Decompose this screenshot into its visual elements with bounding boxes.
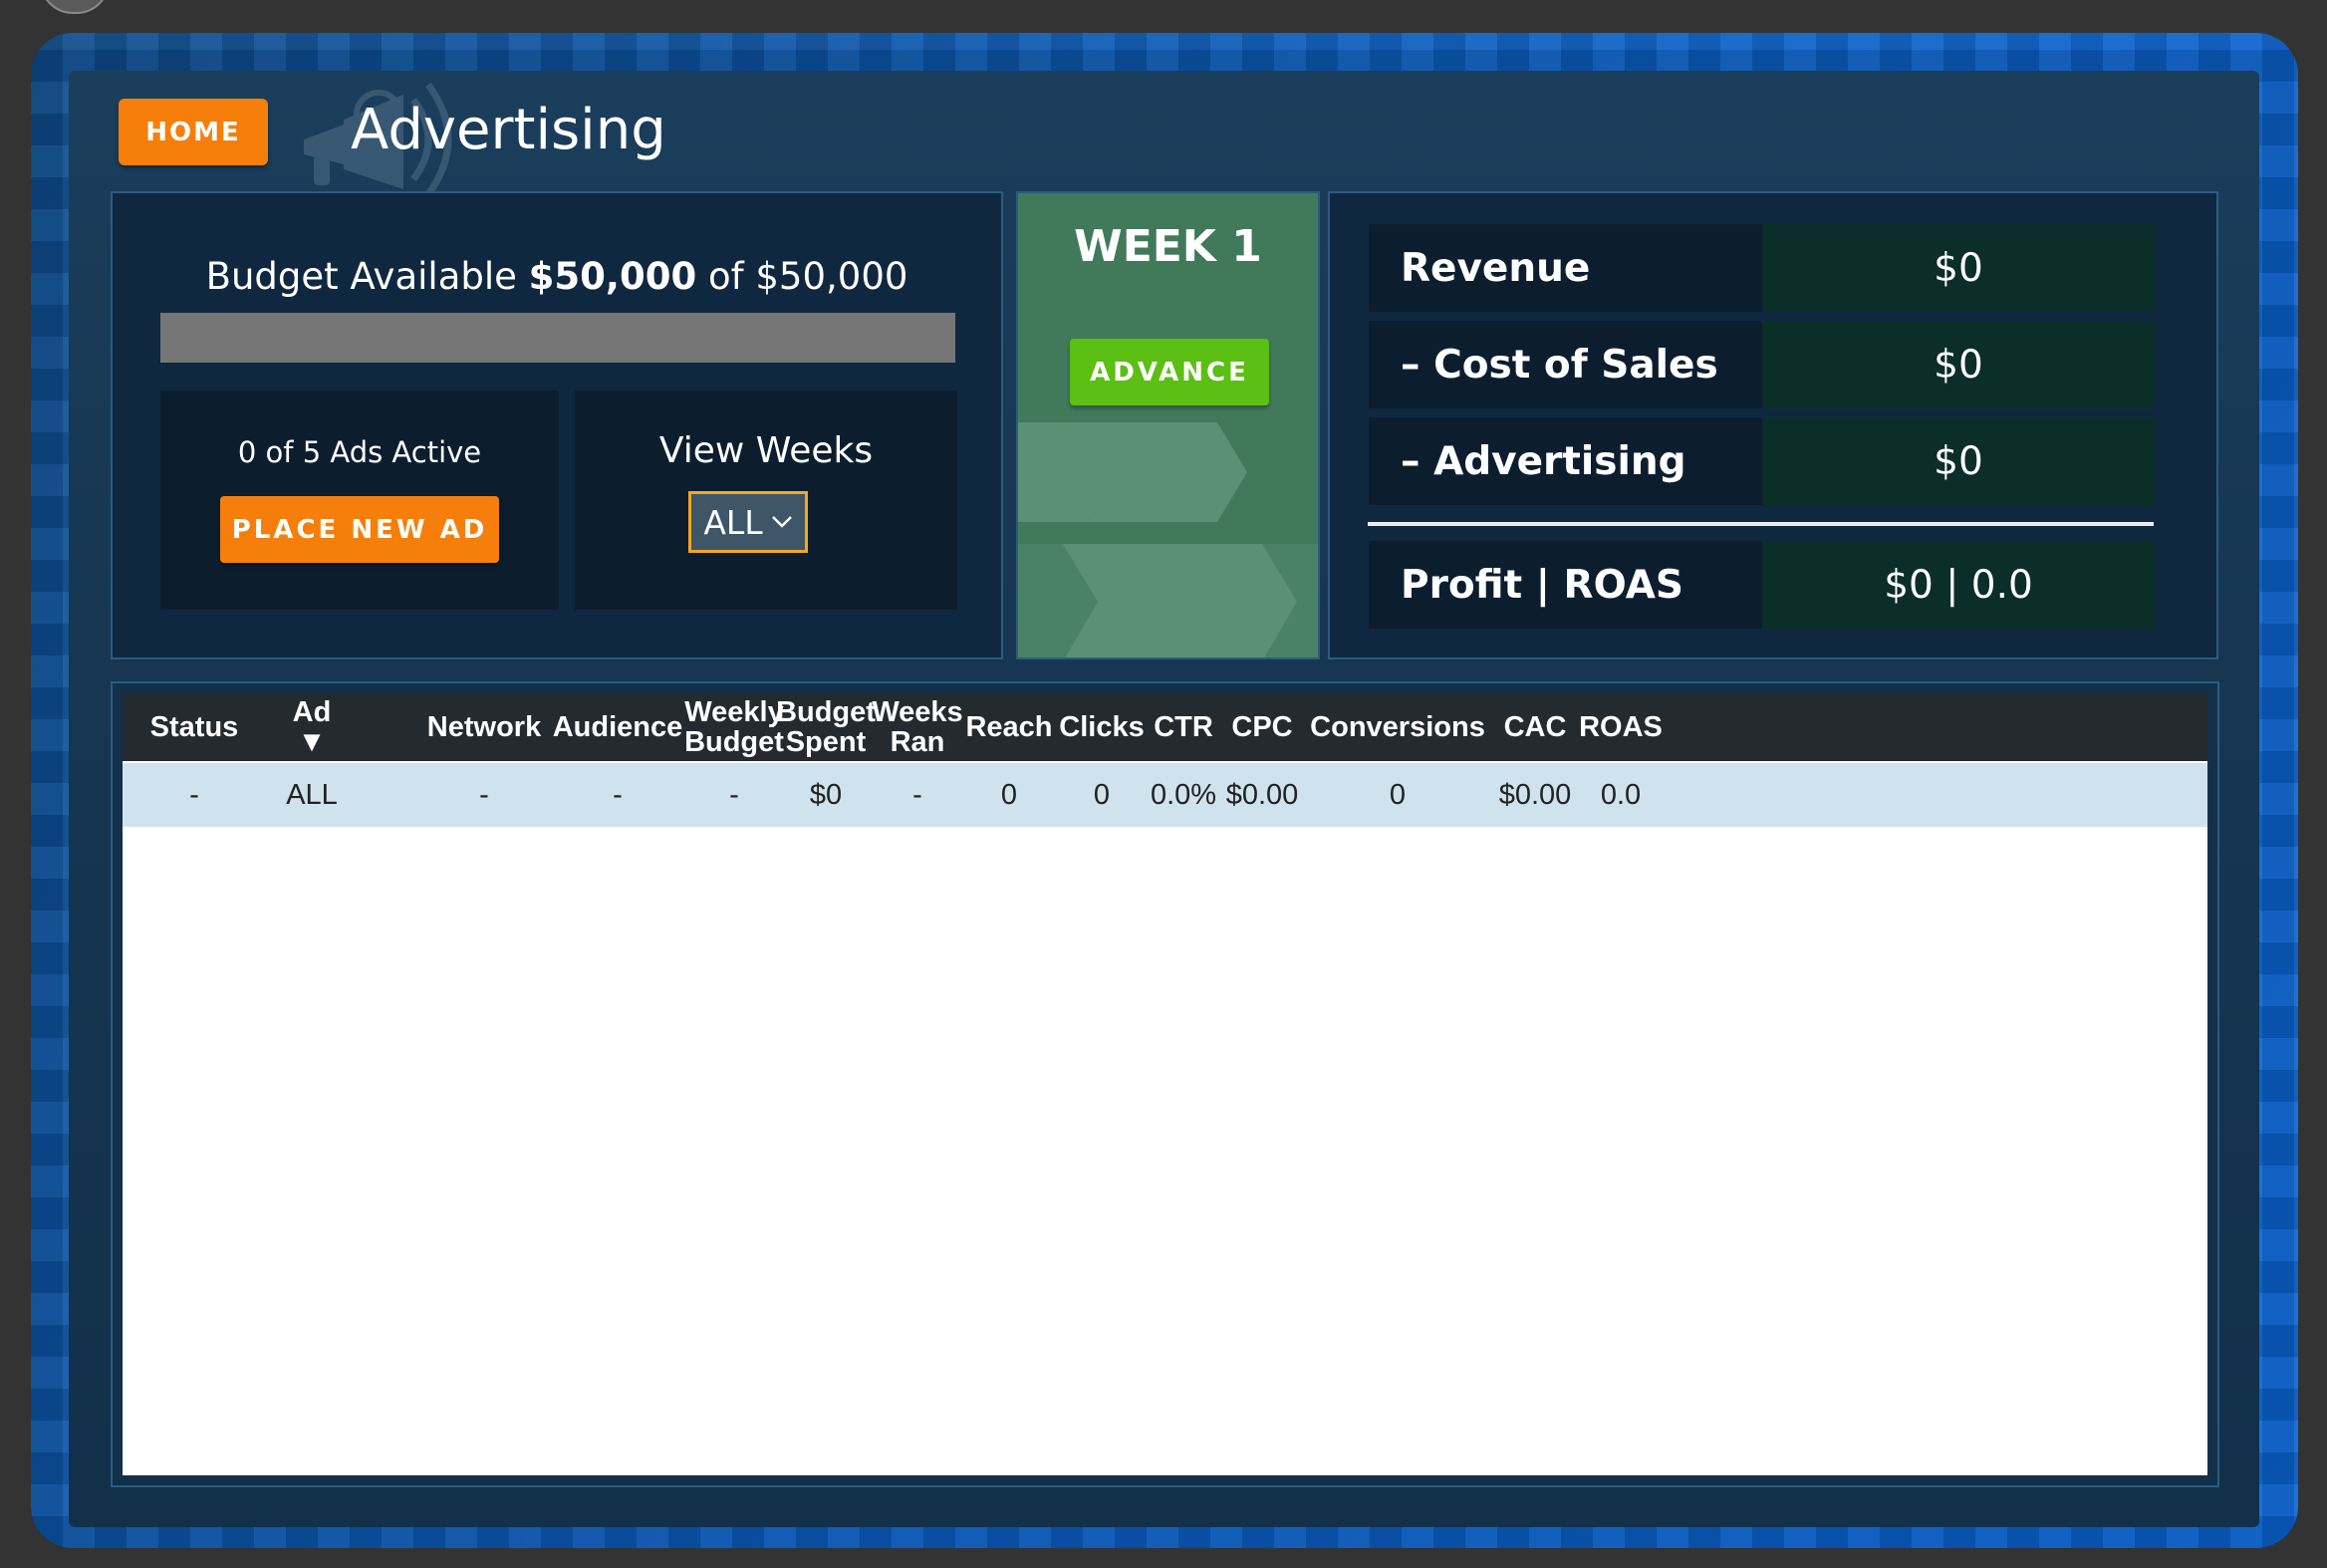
ads-active-count: 0 of 5 Ads Active	[237, 435, 482, 469]
view-weeks-selected: ALL	[703, 502, 763, 542]
advertising-label: – Advertising	[1369, 417, 1762, 505]
revenue-value: $0	[1762, 224, 2155, 312]
budget-prefix: Budget Available	[205, 255, 517, 298]
col-network-cell: -	[479, 778, 489, 811]
col-audience-cell: -	[613, 778, 623, 811]
col-weeks-ran-header: Weeks Ran	[872, 695, 963, 758]
chevron-arrows-decoration	[1018, 422, 1318, 657]
profit-row: Profit | ROAS $0 | 0.0	[1369, 541, 2155, 629]
advance-button[interactable]: ADVANCE	[1070, 339, 1269, 405]
col-budget-spent-cell: $0	[809, 778, 843, 811]
col-ad-header[interactable]: Ad ▼	[293, 693, 332, 761]
budget-available-amount: $50,000	[528, 255, 697, 298]
col-weeks-ran-cell: -	[912, 778, 922, 811]
col-roas-header: ROAS	[1579, 710, 1663, 743]
col-clicks-header: Clicks	[1059, 710, 1145, 743]
revenue-label: Revenue	[1369, 224, 1762, 312]
col-conversions-header: Conversions	[1310, 710, 1485, 743]
col-reach-header: Reach	[965, 710, 1053, 743]
col-cpc-cell: $0.00	[1225, 778, 1299, 811]
advertising-row: – Advertising $0	[1369, 417, 2155, 505]
view-weeks-panel: View Weeks ALL	[575, 391, 957, 610]
week-panel: WEEK 1 ADVANCE	[1016, 191, 1320, 659]
revenue-row: Revenue $0	[1369, 224, 2155, 312]
col-network-header: Network	[426, 710, 542, 743]
table-header: Status Ad ▼ Network Audience Weekly Budget Bu…	[123, 693, 2207, 761]
col-status-cell: -	[189, 778, 199, 811]
col-weekly-budget-header: Weekly Budget	[684, 695, 784, 758]
budget-panel: Budget Available $50,000 of $50,000 0 of…	[111, 191, 1003, 659]
view-weeks-label: View Weeks	[658, 430, 874, 471]
col-roas-cell: 0.0	[1600, 778, 1642, 811]
cost-of-sales-row: – Cost of Sales $0	[1369, 321, 2155, 408]
chevron-down-icon	[771, 516, 792, 528]
budget-progress-bar	[160, 313, 955, 363]
avatar[interactable]	[40, 0, 110, 14]
view-weeks-select[interactable]: ALL	[688, 491, 808, 553]
ads-active-panel: 0 of 5 Ads Active PLACE NEW AD	[160, 391, 559, 610]
col-ctr-cell: 0.0%	[1150, 778, 1217, 811]
profit-value: $0 | 0.0	[1762, 541, 2155, 629]
col-cpc-header: CPC	[1231, 710, 1293, 743]
col-reach-cell: 0	[1000, 778, 1018, 811]
col-clicks-cell: 0	[1093, 778, 1111, 811]
cost-of-sales-value: $0	[1762, 321, 2155, 408]
ads-table: Status Ad ▼ Network Audience Weekly Budget Bu…	[123, 693, 2207, 1475]
col-budget-spent-header: Budget Spent	[776, 695, 876, 758]
place-new-ad-button[interactable]: PLACE NEW AD	[220, 496, 499, 563]
col-ad-cell: ALL	[286, 778, 338, 811]
budget-total: of $50,000	[707, 255, 908, 298]
col-cac-header: CAC	[1503, 710, 1567, 743]
ads-table-panel: Status Ad ▼ Network Audience Weekly Budget Bu…	[111, 681, 2219, 1487]
week-title: WEEK 1	[1074, 221, 1262, 272]
col-cac-cell: $0.00	[1498, 778, 1572, 811]
col-conversions-cell: 0	[1389, 778, 1407, 811]
col-audience-header: Audience	[552, 710, 683, 743]
cost-of-sales-label: – Cost of Sales	[1369, 321, 1762, 408]
budget-available-text: Budget Available $50,000 of $50,000	[113, 255, 1001, 298]
col-weekly-budget-cell: -	[729, 778, 739, 811]
financials-divider	[1368, 522, 2154, 526]
advertising-value: $0	[1762, 417, 2155, 505]
home-button[interactable]: HOME	[119, 99, 268, 165]
table-row[interactable]: - ALL - - - $0-0 0 0.0% $0.00 0 $0.00 0.0	[123, 763, 2207, 827]
profit-label: Profit | ROAS	[1369, 541, 1762, 629]
col-status-header: Status	[149, 710, 239, 743]
page-title: Advertising	[351, 98, 666, 162]
col-ctr-header: CTR	[1154, 710, 1213, 743]
